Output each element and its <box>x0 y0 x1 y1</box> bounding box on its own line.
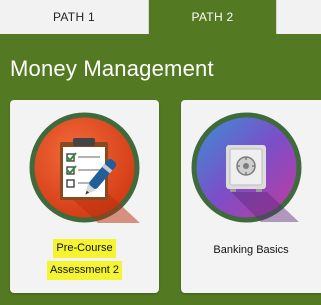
section-title: Money Management <box>10 56 214 81</box>
card-label: Pre-Course Assessment 2 <box>10 238 159 282</box>
card-label: Banking Basics <box>213 244 289 256</box>
module-card-pre-course-assessment[interactable]: Pre-Course Assessment 2 <box>10 100 159 293</box>
card-label-line-1: Pre-Course <box>53 239 116 258</box>
tab-path-2[interactable]: PATH 2 <box>149 0 276 34</box>
card-label-line-2: Assessment 2 <box>46 261 123 280</box>
tab-path-1[interactable]: PATH 1 <box>0 0 149 34</box>
path-tab-bar: PATH 1 PATH 2 <box>0 0 321 34</box>
tab-path-3[interactable] <box>276 0 321 34</box>
checklist-pen-icon <box>29 112 140 223</box>
safe-icon <box>191 112 302 223</box>
module-card-banking-basics[interactable]: Banking Basics <box>181 100 321 293</box>
